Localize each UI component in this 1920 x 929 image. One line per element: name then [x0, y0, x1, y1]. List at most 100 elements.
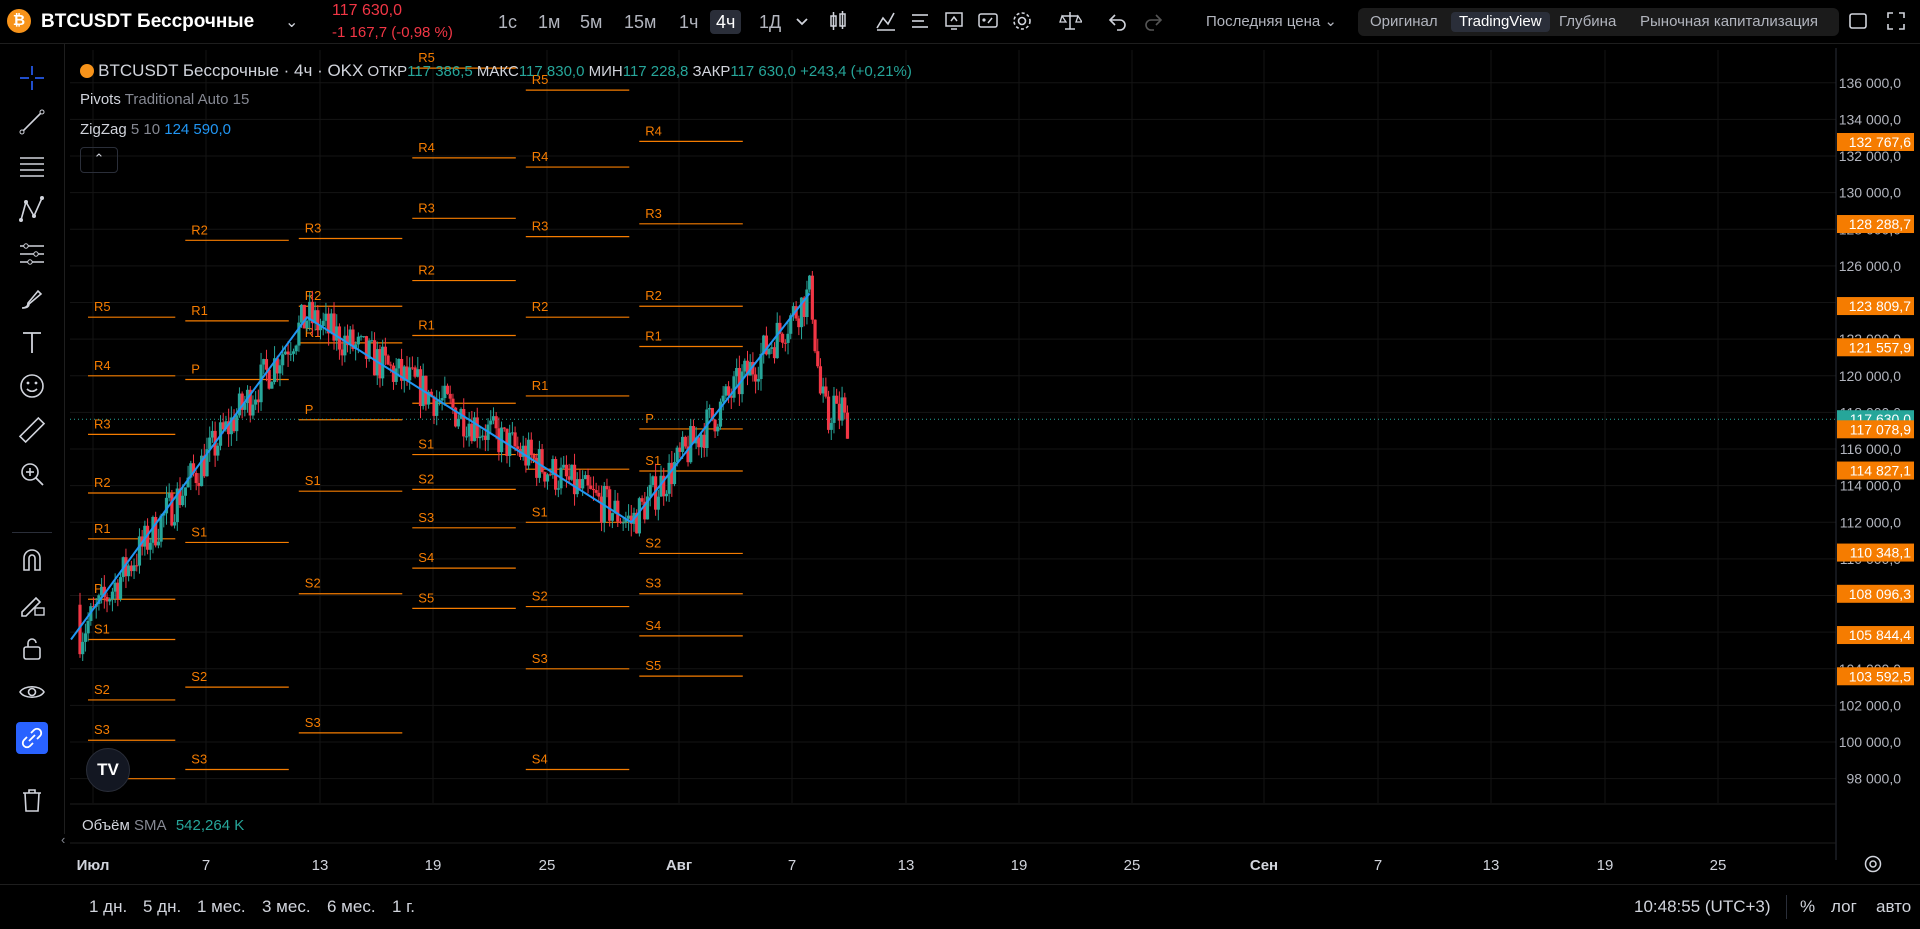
candle-body [513, 432, 517, 447]
range-3m[interactable]: 3 мес. [262, 897, 311, 917]
time-tick-label: Авг [666, 857, 692, 874]
settings-icon[interactable] [1862, 853, 1884, 880]
zigzag-legend[interactable]: ZigZag 5 10 124 590,0 [80, 121, 231, 138]
candle-body [356, 336, 360, 345]
price-badge-label: 117 078,9 [1850, 421, 1911, 437]
pivot-level-label: P [191, 361, 200, 376]
tradingview-logo[interactable]: TV [86, 748, 130, 792]
range-5d[interactable]: 5 дн. [143, 897, 181, 917]
candle-body [81, 641, 85, 655]
pivot-level-label: S1 [645, 453, 661, 468]
log-toggle[interactable]: лог [1831, 897, 1857, 917]
pivot-level-label: S1 [94, 622, 110, 637]
open-value: 117 386,5 [407, 63, 473, 80]
pivot-level-label: S3 [94, 722, 110, 737]
candles [78, 270, 850, 661]
price-tick-label: 126 000,0 [1839, 258, 1901, 274]
pivot-level-label: S2 [305, 576, 321, 591]
candle-body [829, 422, 833, 430]
candle-body [110, 591, 115, 600]
collapse-legend-button[interactable]: ⌃ [80, 147, 118, 173]
high-label: МАКС [476, 63, 519, 80]
candle-body [540, 449, 544, 473]
time-tick-label: 25 [1124, 857, 1141, 874]
price-tick-label: 102 000,0 [1839, 697, 1901, 713]
pivot-level-label: S4 [532, 752, 548, 767]
pivots-name: Pivots [80, 91, 121, 108]
pivot-level-label: R2 [645, 288, 662, 303]
price-badge-label: 114 827,1 [1850, 463, 1911, 479]
candle-body [721, 395, 725, 402]
close-value: 117 630,0 [730, 63, 796, 80]
candle-body [683, 436, 687, 447]
candle-body [294, 345, 298, 352]
zigzag-params: 5 10 [130, 121, 161, 138]
bitcoin-icon [80, 64, 94, 78]
candle-body [637, 498, 641, 534]
candle-body [824, 386, 828, 397]
pivot-level-label: R3 [645, 206, 662, 221]
price-tick-label: 98 000,0 [1847, 771, 1902, 787]
candle-body [581, 478, 585, 489]
candle-body [235, 415, 239, 432]
pivot-level-label: P [305, 402, 314, 417]
price-badge-label: 108 096,3 [1849, 586, 1911, 602]
price-badge-label: 103 592,5 [1849, 668, 1911, 684]
candle-body [705, 409, 709, 448]
pivot-levels: R5 R4 R3 R2 R1 P S1 S2 S3 S4 R2 R1 P S1 S2 S3 R3 R2 R1 P S1 S… [88, 50, 743, 780]
candle-body [640, 498, 644, 502]
time-tick-label: 13 [312, 857, 329, 874]
close-label: ЗАКР [692, 63, 731, 80]
pivot-level-label: R2 [418, 263, 435, 278]
candle-body [389, 364, 393, 366]
pivot-level-label: R2 [532, 299, 549, 314]
pivot-level-label: S4 [645, 618, 661, 633]
range-6m[interactable]: 6 мес. [327, 897, 376, 917]
candle-body [589, 485, 593, 489]
pivot-level-label: R2 [305, 288, 322, 303]
open-label: ОТКР [367, 63, 408, 80]
candle-body [170, 493, 174, 526]
volume-legend[interactable]: Объём SMA 542,264 K [82, 817, 244, 834]
candle-body [194, 472, 198, 484]
candle-body [597, 492, 601, 497]
price-chart[interactable]: R5 R4 R3 R2 R1 P S1 S2 S3 S4 R2 R1 P S1 S2 S3 R3 R2 R1 P S1 S… [0, 0, 1920, 884]
clock[interactable]: 10:48:55 (UTC+3) [1634, 897, 1771, 917]
pivot-level-label: S2 [418, 471, 434, 486]
price-tick-label: 134 000,0 [1839, 111, 1901, 127]
pivot-level-label: R3 [305, 220, 322, 235]
auto-toggle[interactable]: авто [1876, 897, 1911, 917]
pivot-level-label: R4 [645, 123, 662, 138]
pivot-level-label: S2 [645, 535, 661, 550]
time-tick-label: 19 [1597, 857, 1614, 874]
pivot-level-label: R1 [94, 521, 111, 536]
pivot-level-label: S5 [418, 590, 434, 605]
percent-toggle[interactable]: % [1800, 897, 1815, 917]
time-tick-label: Июл [77, 857, 110, 874]
candle-body [435, 400, 439, 416]
pivots-params: Traditional Auto 15 [124, 91, 250, 108]
volume-label: Объём [82, 817, 130, 834]
candle-body [478, 436, 482, 439]
pivot-level-label: R2 [94, 475, 111, 490]
range-1d[interactable]: 1 дн. [89, 897, 127, 917]
candle-body [291, 351, 296, 354]
pivots-legend[interactable]: Pivots Traditional Auto 15 [80, 91, 249, 108]
pivot-level-label: R4 [94, 358, 111, 373]
price-tick-label: 130 000,0 [1839, 185, 1901, 201]
candle-body [408, 367, 412, 381]
price-badge-label: 132 767,6 [1849, 134, 1911, 150]
pivot-level-label: S3 [532, 651, 548, 666]
pivot-level-label: R4 [418, 140, 435, 155]
zigzag-line [70, 292, 811, 641]
pivot-level-label: R3 [532, 219, 549, 234]
candle-body [456, 418, 460, 427]
price-badge-label: 105 844,4 [1849, 627, 1911, 643]
volume-ma: SMA [133, 817, 166, 834]
candle-body [781, 333, 785, 343]
candle-body [281, 354, 285, 366]
bottom-toolbar: 1 дн. 5 дн. 1 мес. 3 мес. 6 мес. 1 г. 10… [0, 884, 1920, 929]
candle-body [545, 474, 550, 482]
range-1m[interactable]: 1 мес. [197, 897, 246, 917]
range-1y[interactable]: 1 г. [392, 897, 415, 917]
